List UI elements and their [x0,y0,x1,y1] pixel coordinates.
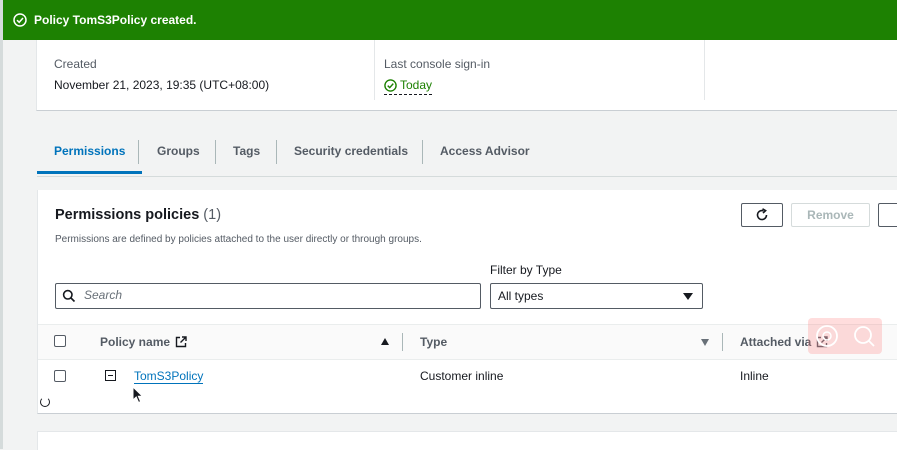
created-label: Created [54,57,97,71]
col-type-label: Type [420,335,448,349]
signin-value[interactable]: Today [384,78,433,95]
tab-divider [138,140,139,164]
policy-type: Customer inline [420,369,504,383]
col-policy-name-label: Policy name [100,335,171,349]
policy-count: (1) [203,207,222,223]
mouse-cursor-icon [132,386,144,404]
flash-message: Policy TomS3Policy created. [34,13,197,27]
external-link-icon [175,336,187,348]
filter-by-type-label: Filter by Type [490,263,562,277]
check-circle-icon [384,78,397,92]
panel-description: Permissions are defined by policies atta… [55,234,422,245]
refresh-icon [756,208,768,221]
col-policy-name[interactable]: Policy name [100,335,187,349]
add-permissions-button[interactable] [878,203,897,227]
signin-today-text: Today [400,78,433,92]
panel-title: Permissions policies (1) [55,207,221,223]
signin-section: Last console sign-in Today [384,57,490,95]
sort-ascending-icon[interactable] [381,338,389,345]
summary-divider [374,40,375,100]
sort-descending-icon[interactable] [701,339,709,346]
success-flashbar: Policy TomS3Policy created. [3,0,897,40]
user-tabs: Permissions Groups Tags Security credent… [37,132,897,177]
collapse-row-icon[interactable] [105,370,116,381]
watermark-search-icon [853,326,875,347]
filter-type-value: All types [498,289,544,303]
tab-tags[interactable]: Tags [216,132,277,174]
policy-name-link[interactable]: TomS3Policy [134,369,204,384]
panel-title-text: Permissions policies [55,207,200,223]
policy-attached-via: Inline [740,369,769,383]
refresh-button[interactable] [741,203,783,227]
tab-permissions[interactable]: Permissions [37,132,143,174]
row-checkbox[interactable] [54,370,66,382]
summary-divider [704,40,705,100]
caret-down-icon [683,293,693,300]
tab-groups[interactable]: Groups [140,132,217,174]
tab-security-credentials[interactable]: Security credentials [277,132,425,174]
page-left-edge [0,0,3,449]
next-section-panel [37,431,897,450]
col-attached-via-label: Attached via [740,335,812,349]
signin-label: Last console sign-in [384,57,491,71]
permissions-policies-panel: Permissions policies (1) Permissions are… [37,190,897,414]
watermark-logo [808,318,882,354]
col-type[interactable]: Type [420,335,447,349]
search-icon [62,289,76,303]
table-header: Policy name Type Attached via [38,324,897,360]
tab-access-advisor[interactable]: Access Advisor [423,132,547,174]
check-circle-icon [13,13,27,27]
watermark-icon [815,325,838,347]
created-section: Created November 21, 2023, 19:35 (UTC+08… [54,57,269,92]
column-divider[interactable] [402,333,403,351]
select-all-checkbox[interactable] [54,335,66,347]
created-value: November 21, 2023, 19:35 (UTC+08:00) [54,78,270,92]
user-summary-panel: Created November 21, 2023, 19:35 (UTC+08… [36,40,897,111]
filter-type-select[interactable]: All types [490,283,703,309]
table-row: TomS3Policy Customer inline Inline [38,359,897,393]
remove-button[interactable]: Remove [791,203,870,227]
search-input[interactable] [82,287,466,303]
column-divider[interactable] [722,333,723,351]
loading-spinner-icon [40,397,50,407]
search-box [55,283,481,309]
